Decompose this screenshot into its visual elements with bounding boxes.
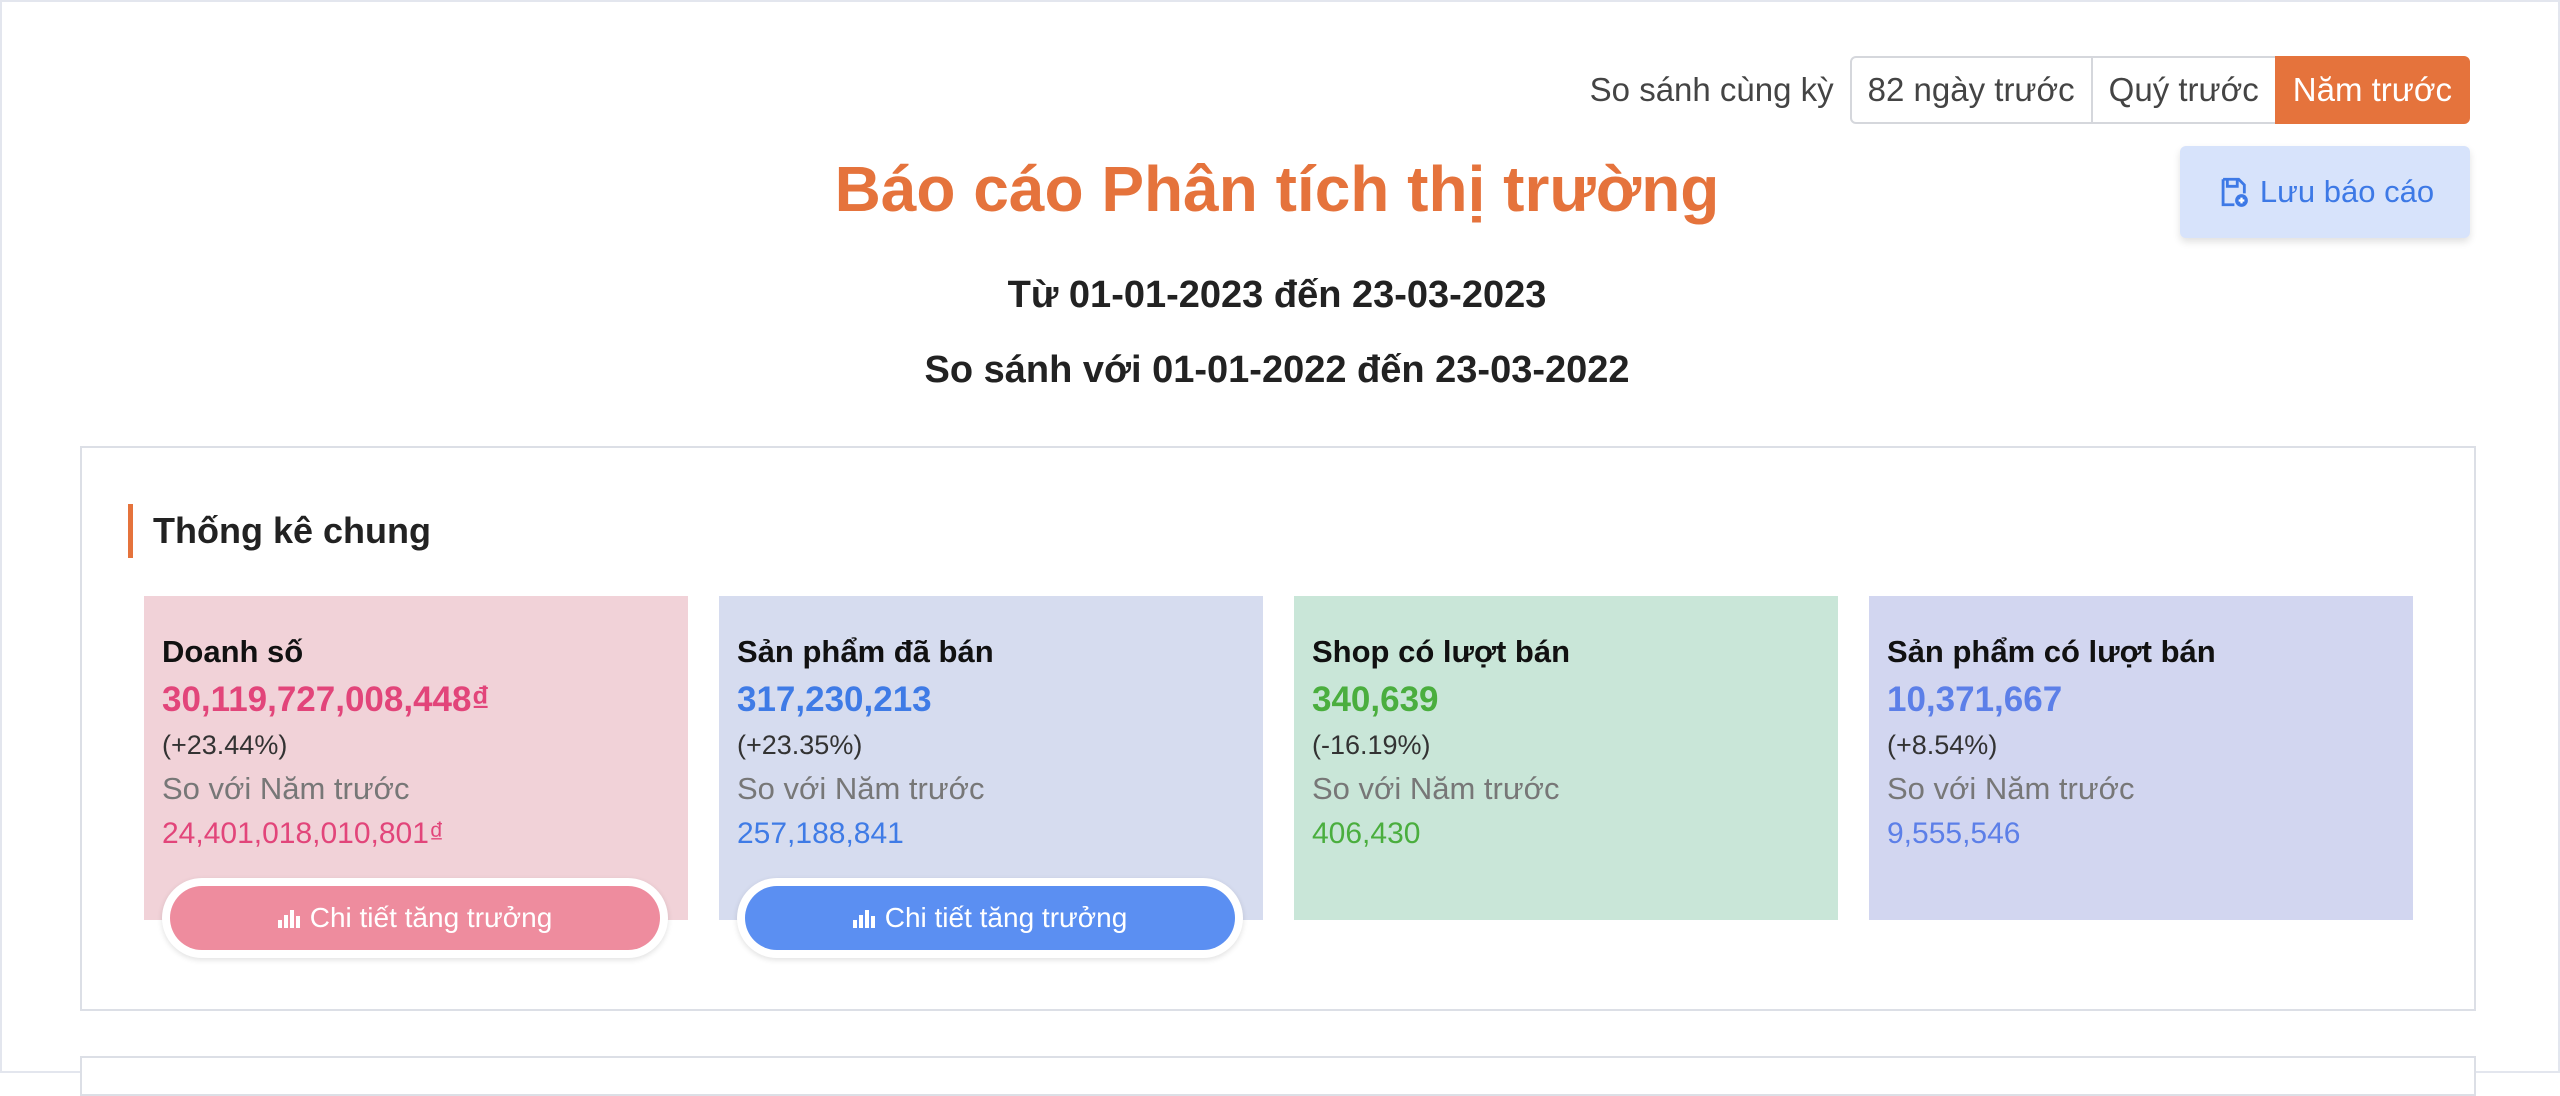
stat-value: 10,371,667 <box>1887 680 2063 719</box>
compare-option-year[interactable]: Năm trước <box>2274 56 2470 124</box>
stat-label: Sản phẩm đã bán <box>737 634 994 669</box>
stat-value: 317,230,213 <box>737 680 932 719</box>
stat-card-revenue: Doanh số 30,119,727,008,448₫ (+23.44%) S… <box>144 596 688 920</box>
stat-card-products-with-sales: Sản phẩm có lượt bán 10,371,667 (+8.54%)… <box>1869 596 2413 920</box>
date-range: Từ 01-01-2023 đến 23-03-2023 <box>1007 274 1547 316</box>
stat-change: (+8.54%) <box>1887 730 1998 760</box>
next-panel <box>80 1056 2476 1096</box>
stat-compare-label: So với Năm trước <box>162 771 410 806</box>
growth-detail-label: Chi tiết tăng trưởng <box>309 902 553 933</box>
stat-label: Doanh số <box>162 634 304 669</box>
compare-option-82-days[interactable]: 82 ngày trước <box>1849 56 2093 124</box>
compare-option-quarter[interactable]: Quý trước <box>2090 56 2277 124</box>
stat-compare-label: So với Năm trước <box>1312 771 1560 806</box>
stat-previous: 257,188,841 <box>737 817 904 850</box>
growth-detail-button-inner[interactable]: Chi tiết tăng trưởng <box>170 886 660 950</box>
stat-change: (+23.35%) <box>737 730 863 760</box>
stat-previous: 9,555,546 <box>1887 817 2021 850</box>
growth-detail-label: Chi tiết tăng trưởng <box>884 902 1128 933</box>
compare-options: 82 ngày trước Quý trước Năm trước <box>1849 56 2470 124</box>
compare-toolbar: So sánh cùng kỳ 82 ngày trước Quý trước … <box>1590 56 2470 124</box>
bar-chart-icon <box>852 908 875 928</box>
page-title: Báo cáo Phân tích thị trường <box>834 153 1720 225</box>
general-stats-panel: Thống kê chung Doanh số 30,119,727,008,4… <box>80 446 2476 1011</box>
stat-previous: 406,430 <box>1312 817 1421 850</box>
stat-card-products-sold: Sản phẩm đã bán 317,230,213 (+23.35%) So… <box>719 596 1263 920</box>
stat-label: Sản phẩm có lượt bán <box>1887 634 2216 669</box>
compare-label: So sánh cùng kỳ <box>1589 71 1834 108</box>
stat-label: Shop có lượt bán <box>1312 634 1571 669</box>
compare-range: So sánh với 01-01-2022 đến 23-03-2022 <box>924 349 1630 391</box>
page-frame: So sánh cùng kỳ 82 ngày trước Quý trước … <box>0 0 2560 1096</box>
growth-detail-button-revenue[interactable]: Chi tiết tăng trưởng <box>162 878 668 958</box>
stat-value: 340,639 <box>1312 680 1439 719</box>
growth-detail-button-products-sold[interactable]: Chi tiết tăng trưởng <box>737 878 1243 958</box>
stat-card-shops-with-sales: Shop có lượt bán 340,639 (-16.19%) So vớ… <box>1294 596 1838 920</box>
stat-compare-label: So với Năm trước <box>737 771 985 806</box>
stat-value: 30,119,727,008,448₫ <box>162 680 490 719</box>
section-title: Thống kê chung <box>128 504 431 558</box>
stat-compare-label: So với Năm trước <box>1887 771 2135 806</box>
stat-change: (-16.19%) <box>1312 730 1431 760</box>
bar-chart-icon <box>277 908 300 928</box>
stat-change: (+23.44%) <box>162 730 288 760</box>
stat-previous: 24,401,018,010,801₫ <box>162 817 445 850</box>
growth-detail-button-inner[interactable]: Chi tiết tăng trưởng <box>745 886 1235 950</box>
